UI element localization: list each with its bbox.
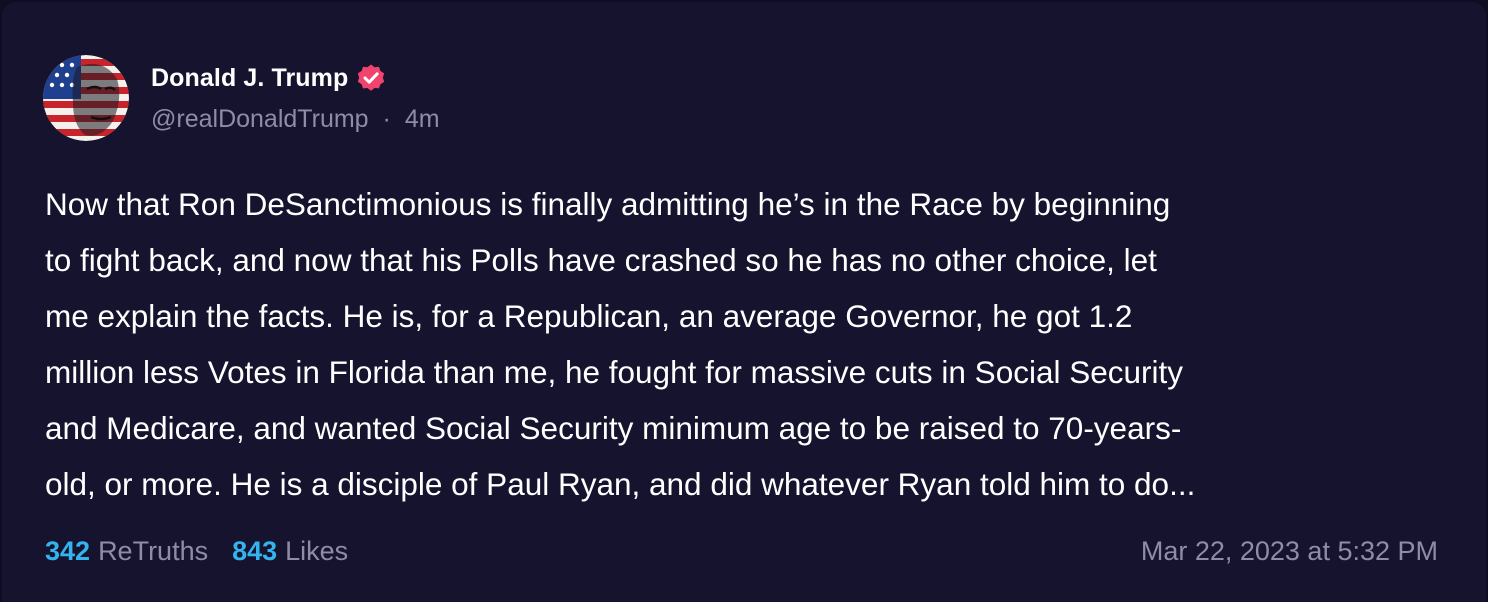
avatar[interactable] [43,55,129,141]
handle-row: @realDonaldTrump · 4m [151,105,440,134]
post-body[interactable]: Now that Ron DeSanctimonious is finally … [45,176,1450,512]
retruths-count: 342 [45,536,91,566]
post-timestamp[interactable]: Mar 22, 2023 at 5:32 PM [1141,536,1438,567]
engagement-stats: 342 ReTruths 843 Likes [45,536,348,567]
separator-dot: · [382,105,391,133]
verified-badge-icon [358,64,385,91]
author-row: Donald J. Trump [151,60,386,96]
relative-time[interactable]: 4m [405,105,440,133]
author-name[interactable]: Donald J. Trump [151,64,348,93]
likes-label: Likes [285,536,349,566]
likes-stat[interactable]: 843 Likes [232,536,348,567]
retruths-stat[interactable]: 342 ReTruths [45,536,208,567]
post-card: Donald J. Trump @realDonaldTrump · 4m No… [2,2,1486,602]
likes-count: 843 [232,536,278,566]
retruths-label: ReTruths [98,536,209,566]
author-handle[interactable]: @realDonaldTrump [151,105,369,133]
avatar-image [43,55,129,141]
